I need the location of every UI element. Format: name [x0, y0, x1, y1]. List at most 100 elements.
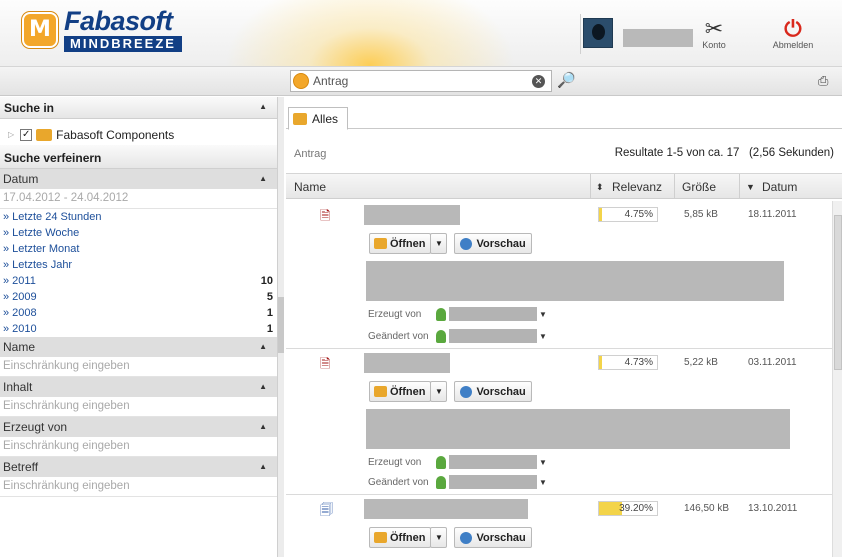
open-dropdown-button[interactable]: ▼: [430, 233, 448, 254]
result-title-redacted[interactable]: [364, 353, 450, 373]
relevance-value: 4.75%: [624, 209, 653, 220]
preview-label: Vorschau: [476, 385, 526, 398]
tab-alles[interactable]: Alles: [288, 107, 348, 130]
file-date: 18.11.2011: [748, 209, 797, 220]
expand-arrow-icon[interactable]: ▷: [8, 130, 14, 139]
sidebar-scrollbar-thumb[interactable]: [278, 297, 284, 353]
date-link-label: » Letztes Jahr: [3, 259, 73, 271]
collapse-arrow-icon[interactable]: ▲: [259, 102, 267, 111]
folder-open-icon: [374, 238, 387, 249]
date-link-2010[interactable]: » 2010 1: [0, 321, 277, 337]
konto-button[interactable]: ✂ Konto: [696, 18, 732, 51]
dropdown-arrow-icon[interactable]: ▼: [539, 332, 547, 341]
preview-button[interactable]: Vorschau: [454, 381, 532, 402]
date-link-2011[interactable]: » 2011 10: [0, 273, 277, 289]
dropdown-arrow-icon[interactable]: ▼: [539, 458, 547, 467]
collapse-arrow-icon[interactable]: ▲: [259, 174, 267, 183]
konto-label: Konto: [702, 40, 726, 50]
creator-redacted[interactable]: [449, 455, 537, 469]
folder-icon: [36, 128, 53, 141]
results-scrollbar[interactable]: [832, 201, 842, 557]
column-groesse[interactable]: Größe: [682, 180, 716, 194]
result-info-bar: Antrag Resultate 1-5 von ca. 17 (2,56 Se…: [286, 129, 842, 173]
open-button[interactable]: Öffnen: [369, 233, 432, 254]
folder-open-icon: [374, 532, 387, 543]
erzeugt-von-filter-input[interactable]: Einschränkung eingeben: [0, 437, 277, 457]
person-icon: [436, 455, 446, 469]
modifier-redacted[interactable]: [449, 329, 537, 343]
search-submit-icon[interactable]: 🔎: [557, 71, 576, 89]
betreff-filter-input[interactable]: Einschränkung eingeben: [0, 477, 277, 497]
date-count: 5: [266, 291, 273, 303]
clear-search-icon[interactable]: ✕: [532, 75, 545, 88]
user-area[interactable]: [583, 18, 693, 48]
collapse-arrow-icon[interactable]: ▲: [259, 422, 267, 431]
preview-icon: [460, 237, 473, 250]
username-redacted: [623, 29, 693, 47]
sidebar-scrollbar[interactable]: [278, 97, 284, 557]
filter-header-inhalt[interactable]: Inhalt ▲: [0, 377, 277, 397]
date-link-2009[interactable]: » 2009 5: [0, 289, 277, 305]
results-scrollbar-thumb[interactable]: [834, 215, 842, 370]
suche-verfeinern-title: Suche verfeinern: [4, 151, 102, 165]
preview-button[interactable]: Vorschau: [454, 527, 532, 548]
result-summary-redacted: [366, 261, 784, 301]
filter-header-datum[interactable]: Datum ▲: [0, 169, 277, 189]
results-panel: Alles Antrag Resultate 1-5 von ca. 17 (2…: [286, 97, 842, 557]
suche-in-header[interactable]: Suche in ▲: [0, 97, 277, 119]
open-dropdown-button[interactable]: ▼: [430, 381, 448, 402]
modified-by-row: Geändert von ▼: [368, 329, 547, 343]
open-button[interactable]: Öffnen: [369, 527, 432, 548]
date-range-field[interactable]: 17.04.2012 - 24.04.2012: [0, 189, 277, 209]
collapse-arrow-icon[interactable]: ▲: [259, 342, 267, 351]
relevance-fill: [599, 208, 602, 221]
source-tree-item[interactable]: ▷ ✓ Fabasoft Components: [0, 119, 277, 145]
header-sunburst-decoration: [200, 0, 540, 66]
open-button[interactable]: Öffnen: [369, 381, 432, 402]
date-link-last-week[interactable]: » Letzte Woche: [0, 225, 277, 241]
file-size: 5,22 kB: [684, 357, 718, 368]
print-icon[interactable]: ⎙: [818, 73, 834, 89]
folder-open-icon: [374, 386, 387, 397]
date-link-last-year[interactable]: » Letztes Jahr: [0, 257, 277, 273]
dropdown-arrow-icon[interactable]: ▼: [539, 310, 547, 319]
person-icon: [436, 307, 446, 321]
creator-redacted[interactable]: [449, 307, 537, 321]
result-item: 🗐 39.20% 146,50 kB 13.10.2011 Öffnen ▼ V…: [286, 495, 832, 557]
result-title-redacted[interactable]: [364, 205, 460, 225]
open-dropdown-button[interactable]: ▼: [430, 527, 448, 548]
pdf-file-icon: 🗎: [320, 208, 331, 223]
search-box[interactable]: ✕: [290, 70, 552, 92]
column-datum[interactable]: Datum: [762, 180, 797, 194]
source-checkbox[interactable]: ✓: [20, 128, 33, 141]
created-by-label: Erzeugt von: [368, 456, 422, 468]
sort-icon[interactable]: ⬍: [596, 182, 604, 193]
sort-desc-icon[interactable]: ▼: [746, 182, 755, 192]
date-link-last-24h[interactable]: » Letzte 24 Stunden: [0, 209, 277, 225]
date-link-2008[interactable]: » 2008 1: [0, 305, 277, 321]
fabasoft-mindbreeze-logo: M Fabasoft MINDBREEZE: [22, 8, 182, 52]
inhalt-filter-input[interactable]: Einschränkung eingeben: [0, 397, 277, 417]
search-input[interactable]: [313, 74, 513, 88]
abmelden-button[interactable]: ⏻ Abmelden: [768, 18, 818, 51]
collapse-arrow-icon[interactable]: ▲: [259, 462, 267, 471]
filter-header-betreff[interactable]: Betreff ▲: [0, 457, 277, 477]
avatar[interactable]: [583, 18, 613, 48]
column-divider: [674, 174, 675, 198]
collapse-arrow-icon[interactable]: ▲: [259, 382, 267, 391]
created-by-row: Erzeugt von ▼: [368, 455, 547, 469]
filter-title-name: Name: [3, 340, 36, 354]
date-link-last-month[interactable]: » Letzter Monat: [0, 241, 277, 257]
date-link-label: » Letzte Woche: [3, 227, 80, 239]
name-filter-input[interactable]: Einschränkung eingeben: [0, 357, 277, 377]
preview-icon: [460, 531, 473, 544]
filter-header-name[interactable]: Name ▲: [0, 337, 277, 357]
preview-button[interactable]: Vorschau: [454, 233, 532, 254]
column-name[interactable]: Name: [294, 180, 326, 194]
dropdown-arrow-icon[interactable]: ▼: [539, 478, 547, 487]
column-relevanz[interactable]: Relevanz: [612, 180, 662, 194]
relevance-meter: 4.73%: [598, 355, 658, 370]
modifier-redacted[interactable]: [449, 475, 537, 489]
result-title-redacted[interactable]: [364, 499, 528, 519]
filter-header-erzeugt-von[interactable]: Erzeugt von ▲: [0, 417, 277, 437]
